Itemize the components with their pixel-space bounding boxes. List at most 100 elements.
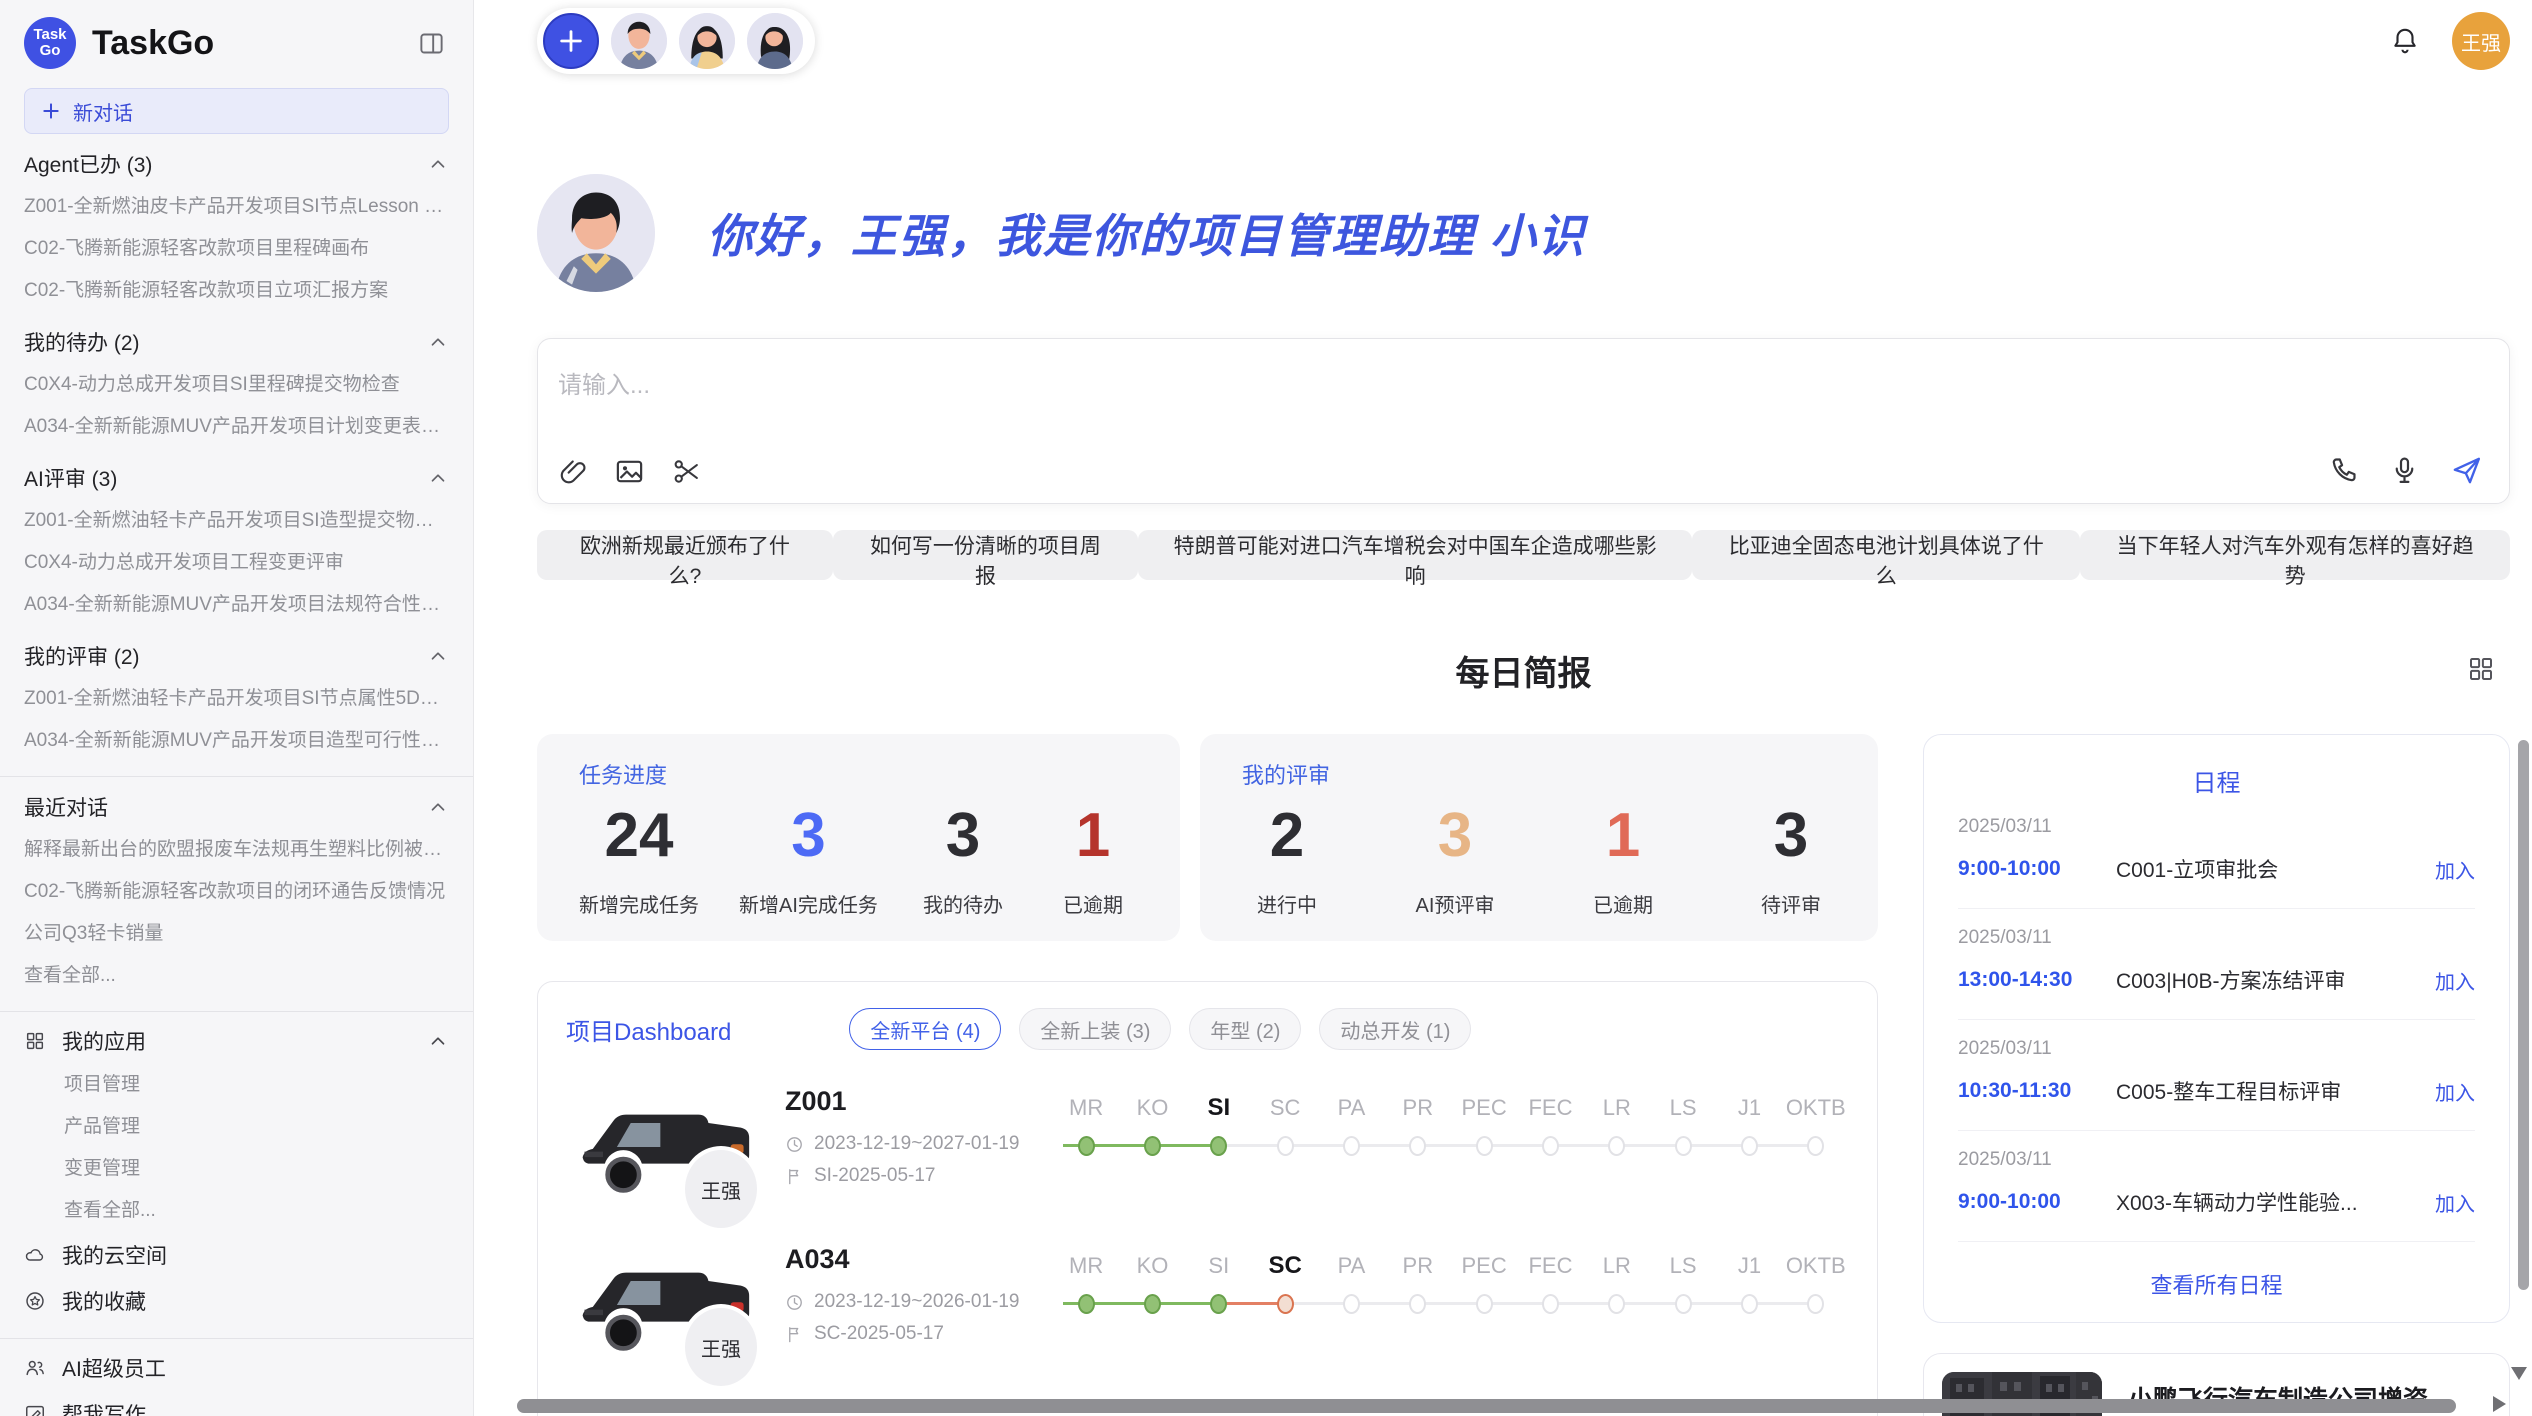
view-all-schedule-link[interactable]: 查看所有日程 [1958, 1242, 2475, 1300]
event-date: 2025/03/11 [1958, 1038, 2475, 1060]
milestone: J1 [1716, 1088, 1782, 1164]
user-avatar[interactable]: 王强 [2452, 12, 2510, 70]
section-header-my-review: 我的评审 (2) [24, 634, 449, 678]
event-main: 9:00-10:00 X003-车辆动力学性能验... 加入 [1958, 1187, 2475, 1217]
join-link[interactable]: 加入 [2435, 1077, 2475, 1106]
chevron-up-icon[interactable] [427, 467, 449, 489]
milestone-label: OKTB [1783, 1246, 1849, 1286]
sidebar-task-item[interactable]: A034-全新新能源MUV产品开发项目法规符合性评审 [24, 584, 449, 626]
help-me-write-row[interactable]: 帮我写作 [24, 1391, 449, 1416]
my-apps-row[interactable]: 我的应用 [24, 1018, 449, 1064]
snippet-button[interactable] [671, 456, 702, 487]
scissors-icon [671, 456, 702, 487]
member-avatar-3[interactable] [747, 13, 803, 69]
milestone-dot [1542, 1294, 1559, 1314]
app-link[interactable]: 项目管理 [24, 1064, 449, 1106]
section-header-ai-review: AI评审 (3) [24, 456, 449, 500]
ai-super-staff-row[interactable]: AI超级员工 [24, 1345, 449, 1391]
microphone-button[interactable] [2389, 455, 2420, 486]
chevron-up-icon[interactable] [427, 645, 449, 667]
app-link[interactable]: 变更管理 [24, 1148, 449, 1190]
dashboard-tab[interactable]: 全新平台 (4) [849, 1008, 1001, 1050]
new-chat-button[interactable]: 新对话 [24, 88, 449, 134]
dashboard-tab[interactable]: 全新上装 (3) [1019, 1008, 1171, 1050]
chevron-up-icon[interactable] [427, 331, 449, 353]
sidebar-task-item[interactable]: C0X4-动力总成开发项目SI里程碑提交物检查 [24, 364, 449, 406]
layout-switch-button[interactable] [2462, 650, 2500, 688]
project-row[interactable]: 王强 A034 2023-12-19~2026-01-19 SC-2025-05… [566, 1244, 1849, 1366]
add-member-button[interactable] [543, 13, 599, 69]
voice-call-button[interactable] [2328, 455, 2359, 486]
chevron-up-icon[interactable] [427, 1030, 449, 1052]
sidebar-task-item[interactable]: Z001-全新燃油轻卡产品开发项目SI节点属性5D文件评审 [24, 678, 449, 720]
join-link[interactable]: 加入 [2435, 855, 2475, 884]
section-agent-done: Agent已办 (3) Z001-全新燃油皮卡产品开发项目SI节点Lesson … [24, 142, 449, 312]
join-link[interactable]: 加入 [2435, 1188, 2475, 1217]
stat-value: 1 [1578, 800, 1668, 871]
chevron-up-icon[interactable] [427, 796, 449, 818]
member-avatar-1[interactable] [611, 13, 667, 69]
schedule-event: 2025/03/11 10:30-11:30 C005-整车工程目标评审 加入 [1958, 1020, 2475, 1131]
section-list: Z001-全新燃油轻卡产品开发项目SI造型提交物评审C0X4-动力总成开发项目工… [24, 500, 449, 626]
milestone-dot [1078, 1294, 1095, 1314]
join-link[interactable]: 加入 [2435, 966, 2475, 995]
milestone-label: SC [1252, 1088, 1318, 1128]
flag-icon [785, 1167, 804, 1186]
stat-label: 新增AI完成任务 [739, 889, 878, 918]
sidebar-task-item[interactable]: Z001-全新燃油皮卡产品开发项目SI节点Lesson Learn报告 [24, 186, 449, 228]
stat-label: 已逾期 [1578, 889, 1668, 918]
scroll-right-arrow[interactable] [2493, 1396, 2506, 1412]
suggestion-chip[interactable]: 特朗普可能对进口汽车增税会对中国车企造成哪些影响 [1138, 530, 1692, 580]
suggestion-chips: 欧洲新规最近颁布了什么?如何写一份清晰的项目周报特朗普可能对进口汽车增税会对中国… [537, 530, 2510, 580]
view-all-chats-link[interactable]: 查看全部... [24, 955, 449, 997]
clock-icon [785, 1135, 804, 1154]
member-avatar-2[interactable] [679, 13, 735, 69]
section-header-agent-done: Agent已办 (3) [24, 142, 449, 186]
collapse-sidebar-button[interactable] [414, 26, 449, 61]
right-column: 日程 2025/03/11 9:00-10:00 C001-立项审批会 加入 2… [1923, 734, 2510, 1416]
sidebar-task-item[interactable]: A034-全新新能源MUV产品开发项目计划变更表编写 [24, 406, 449, 448]
app-link[interactable]: 产品管理 [24, 1106, 449, 1148]
suggestion-chip[interactable]: 比亚迪全固态电池计划具体说了什么 [1692, 530, 2080, 580]
people-icon [24, 1357, 46, 1379]
my-favorites-row[interactable]: 我的收藏 [24, 1278, 449, 1324]
suggestion-chip[interactable]: 欧洲新规最近颁布了什么? [537, 530, 833, 580]
recent-chat-item[interactable]: 公司Q3轻卡销量 [24, 913, 449, 955]
chevron-up-icon[interactable] [427, 153, 449, 175]
dashboard-tab[interactable]: 年型 (2) [1189, 1008, 1301, 1050]
event-title: C005-整车工程目标评审 [2116, 1076, 2421, 1106]
chat-composer[interactable]: 请输入... [537, 338, 2510, 504]
section-title: 最近对话 [24, 792, 108, 822]
sidebar-task-item[interactable]: C02-飞腾新能源轻客改款项目立项汇报方案 [24, 270, 449, 312]
divider [0, 776, 473, 777]
insert-image-button[interactable] [614, 456, 645, 487]
app-link[interactable]: 查看全部... [24, 1190, 449, 1232]
recent-chat-item[interactable]: C02-飞腾新能源轻客改款项目的闭环通告反馈情况 [24, 871, 449, 913]
milestone: SC [1252, 1088, 1318, 1164]
suggestion-chip[interactable]: 如何写一份清晰的项目周报 [833, 530, 1138, 580]
vertical-scrollbar[interactable] [2518, 740, 2529, 1290]
horizontal-scrollbar[interactable] [517, 1399, 2456, 1413]
schedule-event: 2025/03/11 13:00-14:30 C003|H0B-方案冻结评审 加… [1958, 909, 2475, 1020]
scroll-down-arrow[interactable] [2511, 1367, 2527, 1380]
milestone-label: MR [1053, 1246, 1119, 1286]
project-row[interactable]: 王强 Z001 2023-12-19~2027-01-19 SI-2025-05… [566, 1086, 1849, 1208]
ai-super-staff-label: AI超级员工 [62, 1353, 166, 1383]
milestone: MR [1053, 1088, 1119, 1164]
task-progress-card: 任务进度 24 新增完成任务 3 新增AI完成任务 3 我的 [537, 734, 1180, 941]
sidebar-task-item[interactable]: A034-全新新能源MUV产品开发项目造型可行性评审 [24, 720, 449, 762]
sidebar-task-item[interactable]: C0X4-动力总成开发项目工程变更评审 [24, 542, 449, 584]
sidebar-task-item[interactable]: C02-飞腾新能源轻客改款项目里程碑画布 [24, 228, 449, 270]
dashboard-tab[interactable]: 动总开发 (1) [1319, 1008, 1471, 1050]
send-button[interactable] [2450, 454, 2483, 487]
milestone-dot [1277, 1136, 1294, 1156]
event-title: C001-立项审批会 [2116, 854, 2421, 884]
milestone-dot [1741, 1136, 1758, 1156]
sidebar-task-item[interactable]: Z001-全新燃油轻卡产品开发项目SI造型提交物评审 [24, 500, 449, 542]
notifications-button[interactable] [2386, 22, 2424, 60]
attach-file-button[interactable] [558, 457, 588, 487]
image-icon [614, 456, 645, 487]
suggestion-chip[interactable]: 当下年轻人对汽车外观有怎样的喜好趋势 [2080, 530, 2510, 580]
recent-chat-item[interactable]: 解释最新出台的欧盟报废车法规再生塑料比例被调至15%... [24, 829, 449, 871]
my-cloud-row[interactable]: 我的云空间 [24, 1232, 449, 1278]
